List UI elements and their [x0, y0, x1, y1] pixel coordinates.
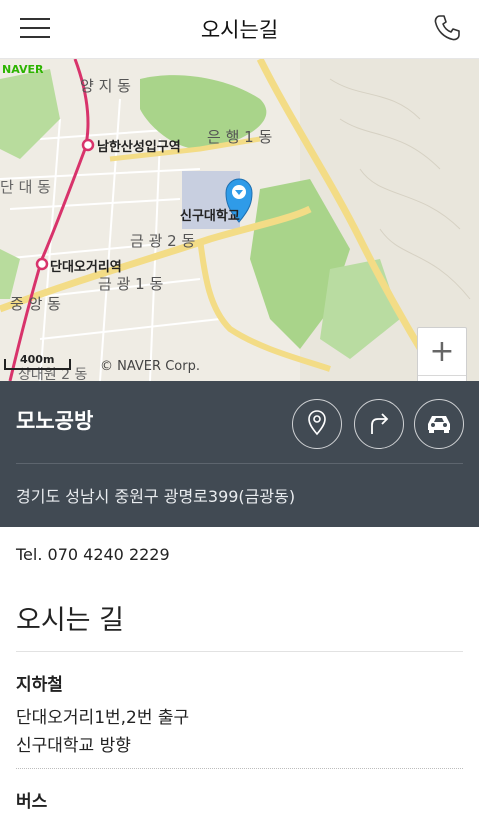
place-name: 모노공방 [16, 409, 94, 433]
zoom-control: + − [417, 327, 467, 381]
map-label-jungang: 중 앙 동 [10, 295, 61, 313]
subway-direction-text: 신구대학교 방향 [16, 736, 131, 756]
map-label-eunhaeng: 은 행 1 동 [207, 128, 272, 146]
location-pin-icon[interactable] [292, 399, 342, 449]
map-label-geumgwang1: 금 광 1 동 [98, 275, 163, 293]
naver-logo: NAVER [2, 63, 44, 76]
car-icon[interactable] [414, 399, 464, 449]
phone-icon[interactable] [431, 12, 463, 44]
phone-number[interactable]: Tel. 070 4240 2229 [16, 545, 170, 564]
directions-icon[interactable] [354, 399, 404, 449]
map-scale-label: 400m [20, 353, 54, 366]
zoom-in-button[interactable]: + [418, 328, 466, 376]
place-info-panel: 모노공방 경기도 성남시 중원구 광명로399(금광동) [0, 381, 479, 527]
page-title: 오시는길 [200, 18, 279, 42]
section-title: 오시는 길 [16, 605, 124, 636]
subway-exit-text: 단대오거리1번,2번 출구 [16, 708, 190, 728]
map-label-dandaeogeori: 단대오거리역 [50, 259, 122, 275]
map-label-yangji: 양 지 동 [80, 77, 131, 95]
dotted-divider [16, 768, 463, 769]
map-label-dandae: 단 대 동 [0, 178, 51, 196]
map-view[interactable]: NAVER 양 지 동 남한산성입구역 은 행 1 동 단 대 동 신구대학교 … [0, 59, 479, 381]
map-label-singu: 신구대학교 [180, 208, 240, 224]
map-canvas: NAVER 양 지 동 남한산성입구역 은 행 1 동 단 대 동 신구대학교 … [0, 59, 479, 381]
subway-heading: 지하철 [16, 675, 63, 695]
bus-heading: 버스 [16, 792, 48, 812]
place-address: 경기도 성남시 중원구 광명로399(금광동) [16, 487, 296, 506]
divider [16, 651, 463, 652]
divider [16, 463, 463, 464]
map-copyright: © NAVER Corp. [100, 359, 200, 374]
map-label-namhansanseong: 남한산성입구역 [97, 139, 181, 155]
map-label-geumgwang2: 금 광 2 동 [130, 232, 195, 250]
top-bar: 오시는길 [0, 0, 479, 59]
